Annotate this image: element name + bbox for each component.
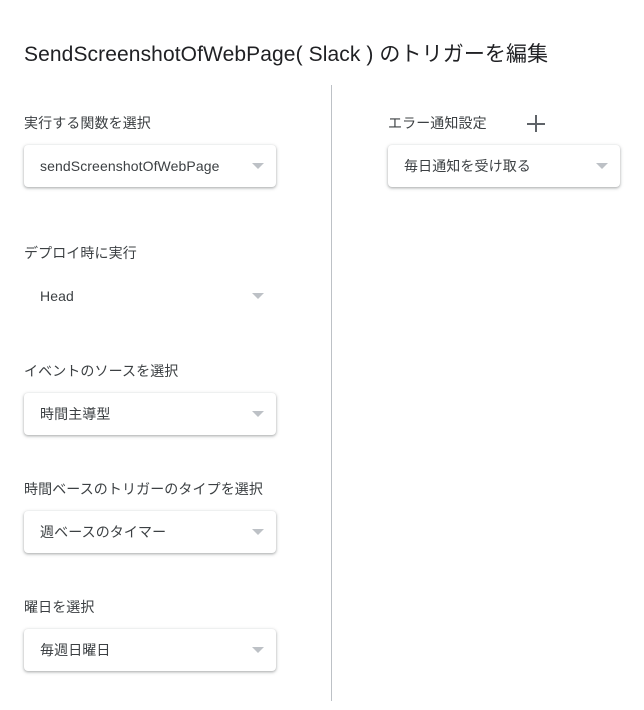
select-error-notification[interactable]: 毎日通知を受け取る — [388, 145, 620, 187]
trigger-form-body: 実行する関数を選択 sendScreenshotOfWebPage デプロイ時に… — [0, 85, 644, 701]
right-column: エラー通知設定 毎日通知を受け取る — [332, 85, 644, 701]
field-event-source-select: イベントのソースを選択 時間主導型 — [24, 361, 276, 435]
select-deployment-value: Head — [40, 288, 74, 304]
select-event-source-value: 時間主導型 — [40, 406, 111, 422]
chevron-down-icon — [252, 411, 264, 417]
chevron-down-icon — [252, 293, 264, 299]
field-deployment-select: デプロイ時に実行 Head — [24, 243, 276, 317]
field-label-trigger-type-select: 時間ベースのトリガーのタイプを選択 — [24, 481, 263, 497]
page-title: SendScreenshotOfWebPage( Slack ) のトリガーを編… — [24, 43, 549, 67]
select-deployment[interactable]: Head — [24, 275, 276, 317]
select-trigger-type[interactable]: 週ベースのタイマー — [24, 511, 276, 553]
field-trigger-type-select: 時間ベースのトリガーのタイプを選択 週ベースのタイマー — [24, 479, 276, 553]
field-label-event-source-select: イベントのソースを選択 — [24, 363, 179, 379]
select-day-of-week[interactable]: 毎週日曜日 — [24, 629, 276, 671]
chevron-down-icon — [252, 529, 264, 535]
field-label-day-of-week-select: 曜日を選択 — [24, 599, 95, 615]
select-function-value: sendScreenshotOfWebPage — [40, 158, 220, 174]
left-column: 実行する関数を選択 sendScreenshotOfWebPage デプロイ時に… — [0, 85, 331, 701]
error-notification-label-row: エラー通知設定 — [388, 113, 620, 133]
select-event-source[interactable]: 時間主導型 — [24, 393, 276, 435]
field-day-of-week-select: 曜日を選択 毎週日曜日 — [24, 597, 276, 671]
chevron-down-icon — [596, 163, 608, 169]
field-label-function-select: 実行する関数を選択 — [24, 115, 151, 131]
field-function-select: 実行する関数を選択 sendScreenshotOfWebPage — [24, 113, 276, 187]
chevron-down-icon — [252, 647, 264, 653]
chevron-down-icon — [252, 163, 264, 169]
field-error-notification-settings: エラー通知設定 毎日通知を受け取る — [388, 113, 620, 187]
plus-icon[interactable] — [526, 114, 545, 132]
field-label-deployment-select: デプロイ時に実行 — [24, 245, 137, 261]
select-trigger-type-value: 週ベースのタイマー — [40, 524, 167, 540]
select-day-of-week-value: 毎週日曜日 — [40, 642, 111, 658]
select-error-notification-value: 毎日通知を受け取る — [404, 158, 531, 174]
select-function[interactable]: sendScreenshotOfWebPage — [24, 145, 276, 187]
field-label-error-notification: エラー通知設定 — [388, 115, 487, 131]
